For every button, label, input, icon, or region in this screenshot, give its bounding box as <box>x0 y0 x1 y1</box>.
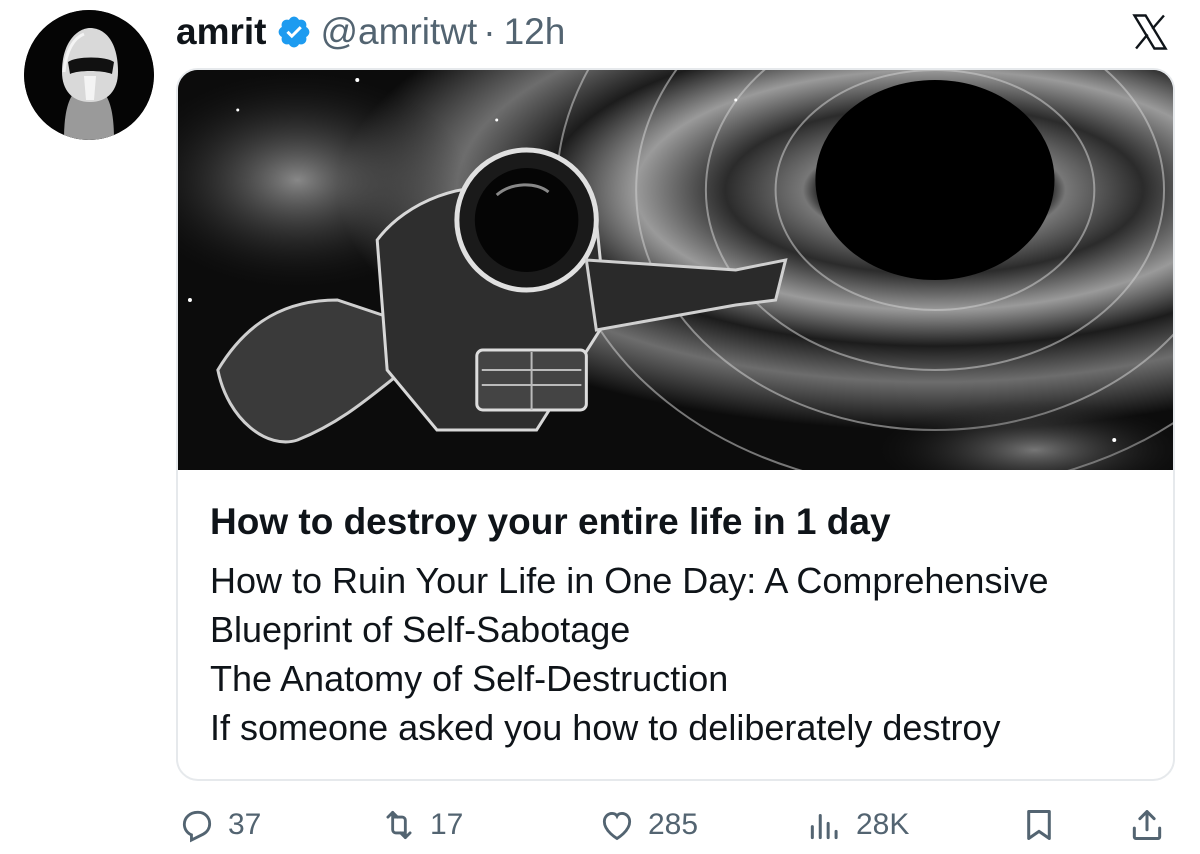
reply-count: 37 <box>228 808 262 841</box>
views-button[interactable]: 28K <box>806 806 909 844</box>
share-button[interactable] <box>1128 806 1166 844</box>
card-title[interactable]: How to destroy your entire life in 1 day <box>210 498 1149 546</box>
card-image[interactable] <box>178 70 1173 470</box>
tweet-header: amrit @amritwt · 12h <box>176 8 565 56</box>
tweet: amrit @amritwt · 12h How to destroy your… <box>0 0 1200 854</box>
heart-icon <box>598 806 636 844</box>
repost-count: 17 <box>430 808 464 841</box>
reply-icon <box>178 806 216 844</box>
handle[interactable]: @amritwt <box>320 11 477 53</box>
share-icon <box>1128 806 1166 844</box>
card-description-line: Blueprint of Self-Sabotage <box>210 609 631 650</box>
card-description-line: If someone asked you how to deliberately… <box>210 707 1001 748</box>
card-body: How to destroy your entire life in 1 day… <box>210 498 1149 752</box>
like-button[interactable]: 285 <box>598 806 698 844</box>
action-bar: 37 17 285 28K <box>0 800 1200 850</box>
analytics-icon <box>806 806 844 844</box>
card-description-line: The Anatomy of Self-Destruction <box>210 658 729 699</box>
verified-badge-icon <box>276 14 312 50</box>
x-logo-icon[interactable] <box>1128 10 1172 54</box>
views-count: 28K <box>856 808 910 841</box>
repost-icon <box>380 806 418 844</box>
card-description-line: How to Ruin Your Life in One Day: A Comp… <box>210 560 1049 601</box>
like-count: 285 <box>648 808 699 841</box>
display-name[interactable]: amrit <box>176 11 266 53</box>
reply-button[interactable]: 37 <box>178 806 261 844</box>
bookmark-button[interactable] <box>1020 806 1058 844</box>
card-description: How to Ruin Your Life in One Day: A Comp… <box>210 556 1149 752</box>
bookmark-icon <box>1020 806 1058 844</box>
avatar[interactable] <box>24 10 154 140</box>
separator-dot: · <box>483 11 496 52</box>
timestamp[interactable]: 12h <box>504 11 566 53</box>
link-card[interactable]: How to destroy your entire life in 1 day… <box>176 68 1175 781</box>
repost-button[interactable]: 17 <box>380 806 463 844</box>
